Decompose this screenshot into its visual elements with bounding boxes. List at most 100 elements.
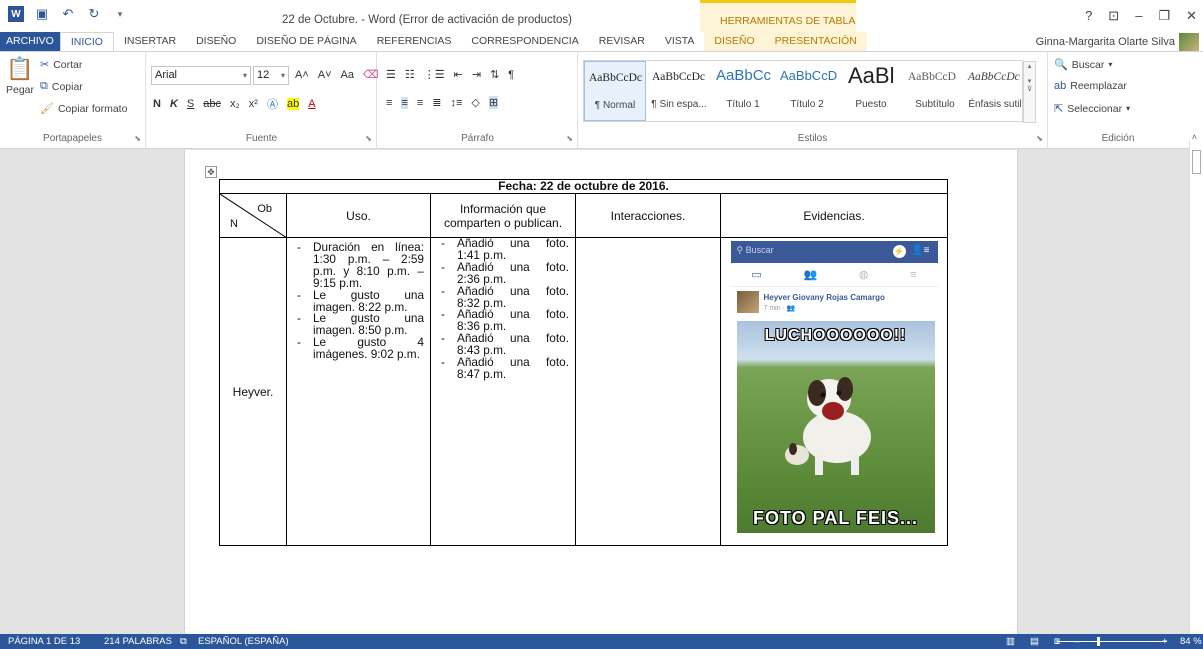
word-logo-icon[interactable]: W — [8, 6, 24, 22]
format-painter-label: Copiar formato — [57, 102, 128, 115]
underline-button[interactable]: S — [187, 98, 194, 110]
customize-qat-icon[interactable]: ▾ — [112, 6, 128, 22]
numbering-icon[interactable]: ☷ — [405, 68, 415, 81]
align-center-icon[interactable]: ≡ — [401, 96, 408, 109]
chevron-down-icon: ▾ — [1126, 104, 1131, 113]
column-header-interacciones[interactable]: Interacciones. — [575, 193, 721, 238]
word-count[interactable]: 214 PALABRAS — [104, 636, 172, 647]
select-label: Seleccionar — [1067, 102, 1123, 115]
zoom-level[interactable]: 84 % — [1180, 636, 1202, 647]
change-case-button[interactable]: Aa — [341, 69, 354, 81]
page-count[interactable]: PÁGINA 1 DE 13 — [8, 636, 80, 647]
subscript-button[interactable]: x₂ — [230, 98, 240, 110]
bold-button[interactable]: N — [153, 98, 161, 110]
table-tools-label: HERRAMIENTAS DE TABLA — [720, 15, 856, 27]
minimize-icon[interactable]: – — [1135, 8, 1142, 24]
interacciones-cell[interactable] — [575, 237, 721, 546]
borders-icon[interactable]: ⊞ — [488, 96, 499, 109]
user-name[interactable]: Ginna-Margarita Olarte Silva — [1036, 36, 1175, 48]
strikethrough-button[interactable]: abc — [203, 98, 221, 110]
uso-cell[interactable]: Duración en línea: 1:30 p.m. – 2:59 p.m.… — [286, 237, 431, 546]
font-color-icon[interactable]: A — [308, 98, 315, 110]
avatar[interactable] — [1179, 33, 1199, 51]
grow-font-icon[interactable]: A˄ — [295, 69, 309, 81]
dialog-launcher-icon[interactable]: ⬊ — [566, 134, 573, 143]
column-header-informacion[interactable]: Información que comparten o publican. — [430, 193, 576, 238]
shrink-font-icon[interactable]: A˅ — [318, 69, 332, 81]
info-cell[interactable]: Añadió una foto. 1:41 p.m. Añadió una fo… — [430, 237, 576, 546]
dialog-launcher-icon[interactable]: ⬊ — [1036, 134, 1043, 143]
undo-icon[interactable]: ↶ — [60, 6, 76, 22]
clear-format-icon[interactable]: ⌫ — [363, 68, 379, 81]
ribbon-tabs: ARCHIVO INICIO INSERTAR DISEÑO DISEÑO DE… — [0, 32, 1203, 51]
tab-table-diseno[interactable]: DISEÑO — [704, 32, 765, 51]
tab-correspondencia[interactable]: CORRESPONDENCIA — [461, 32, 588, 51]
find-button[interactable]: 🔍 Buscar ▾ — [1054, 58, 1112, 72]
dialog-launcher-icon[interactable]: ⬊ — [134, 134, 141, 143]
zoom-slider-knob[interactable] — [1097, 637, 1100, 646]
zoom-in-icon[interactable]: + — [1162, 636, 1168, 647]
bullets-icon[interactable]: ☰ — [386, 68, 396, 81]
font-family-dropdown[interactable]: Arial ▾ — [151, 66, 251, 85]
copy-button[interactable]: ⧉ Copiar — [40, 80, 83, 93]
font-size-dropdown[interactable]: 12 ▾ — [253, 66, 289, 85]
tab-referencias[interactable]: REFERENCIAS — [367, 32, 462, 51]
tab-inicio[interactable]: INICIO — [59, 32, 114, 51]
facebook-top-bar: ⚲ Buscar ⚡ 👤≡ — [730, 241, 938, 263]
multilevel-list-icon[interactable]: ⋮☰ — [424, 68, 445, 81]
tab-table-presentacion[interactable]: PRESENTACIÓN — [764, 32, 867, 51]
increase-indent-icon[interactable]: ⇥ — [472, 68, 481, 81]
column-header-uso[interactable]: Uso. — [286, 193, 431, 238]
dog-illustration — [784, 377, 871, 475]
restore-icon[interactable]: ❐ — [1158, 8, 1170, 24]
column-header-evidencias[interactable]: Evidencias. — [720, 193, 948, 238]
tab-vista[interactable]: VISTA — [655, 32, 705, 51]
corner-cell[interactable]: Ob N — [219, 193, 287, 238]
superscript-button[interactable]: x² — [249, 98, 258, 110]
tab-diseno-de-pagina[interactable]: DISEÑO DE PÁGINA — [246, 32, 366, 51]
ribbon-display-icon[interactable]: ⊡ — [1108, 8, 1119, 24]
vertical-scrollbar[interactable] — [1189, 140, 1203, 634]
tab-diseno[interactable]: DISEÑO — [186, 32, 246, 51]
select-button[interactable]: ⇱ Seleccionar ▾ — [1054, 102, 1131, 116]
decrease-indent-icon[interactable]: ⇤ — [454, 68, 463, 81]
table-move-handle-icon[interactable]: ✥ — [205, 166, 217, 178]
dialog-launcher-icon[interactable]: ⬊ — [365, 134, 372, 143]
format-painter-button[interactable]: 🖌 Copiar formato — [40, 102, 128, 116]
highlight-icon[interactable]: ab — [286, 98, 300, 110]
friends-icon: 👥 — [803, 269, 818, 281]
date-header[interactable]: Fecha: 22 de octubre de 2016. — [219, 179, 948, 194]
shading-icon[interactable]: ◇ — [471, 96, 479, 109]
zoom-slider[interactable] — [1057, 637, 1167, 646]
read-mode-icon[interactable]: ▥ — [1006, 636, 1015, 647]
proofing-icon[interactable]: ⧉ — [180, 636, 187, 647]
cut-button[interactable]: ✂ Cortar — [40, 58, 82, 72]
sort-icon[interactable]: ⇅ — [490, 68, 499, 81]
italic-button[interactable]: K — [170, 98, 178, 110]
align-right-icon[interactable]: ≡ — [417, 97, 423, 109]
find-label: Buscar — [1071, 58, 1105, 71]
row-name-cell[interactable]: Heyver. — [219, 237, 287, 546]
save-icon[interactable]: ▣ — [34, 6, 50, 22]
evidencias-cell[interactable]: ⚲ Buscar ⚡ 👤≡ ▭ 👥 ◍ ≡ Heyver Giovany Roj… — [720, 237, 948, 546]
close-icon[interactable]: ✕ — [1186, 8, 1197, 24]
tab-revisar[interactable]: REVISAR — [589, 32, 655, 51]
help-icon[interactable]: ? — [1085, 8, 1092, 24]
tab-insertar[interactable]: INSERTAR — [114, 32, 186, 51]
paste-button[interactable]: 📋 Pegar — [6, 56, 34, 96]
group-paragraph: ☰ ☷ ⋮☰ ⇤ ⇥ ⇅ ¶ ≡ ≡ ≡ ≣ ↕≡ ◇ ⊞ Párrafo ⬊ — [378, 52, 578, 148]
tab-archivo[interactable]: ARCHIVO — [0, 32, 60, 51]
print-layout-icon[interactable]: ▤ — [1030, 636, 1039, 647]
justify-icon[interactable]: ≣ — [432, 96, 441, 109]
text-effects-icon[interactable]: Ⓐ — [267, 96, 278, 112]
list-item: Añadió una foto. 8:36 p.m. — [435, 309, 569, 333]
align-left-icon[interactable]: ≡ — [386, 97, 392, 109]
quick-access-toolbar: W ▣ ↶ ↻ ▾ — [8, 6, 128, 22]
redo-icon[interactable]: ↻ — [86, 6, 102, 22]
replace-button[interactable]: ab Reemplazar — [1054, 80, 1127, 92]
search-field: ⚲ Buscar — [736, 245, 774, 255]
line-spacing-icon[interactable]: ↕≡ — [450, 97, 462, 109]
scrollbar-thumb[interactable] — [1192, 150, 1201, 174]
show-marks-icon[interactable]: ¶ — [508, 69, 514, 81]
language[interactable]: ESPAÑOL (ESPAÑA) — [198, 636, 289, 647]
